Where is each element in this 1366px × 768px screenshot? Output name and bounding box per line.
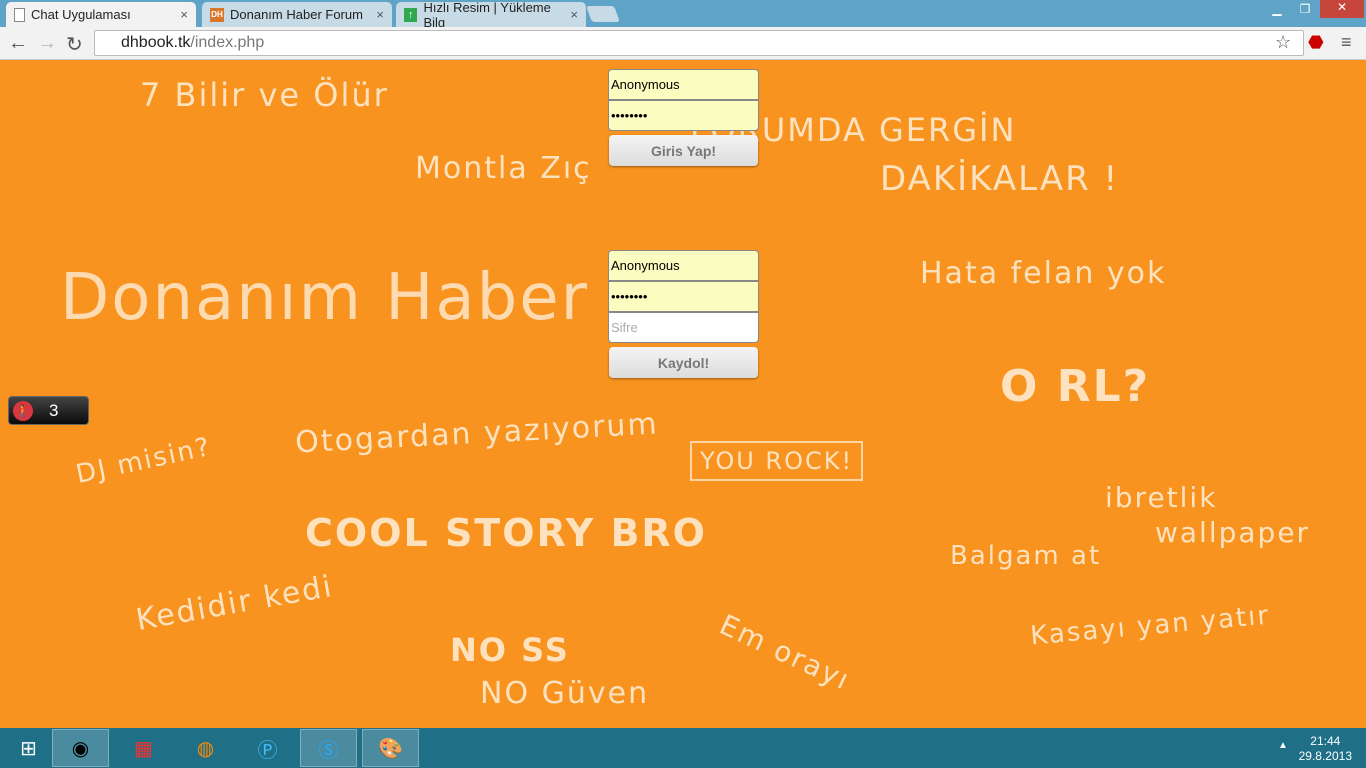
- dh-favicon: DH: [210, 7, 224, 22]
- register-password-input[interactable]: ••••••••: [608, 281, 759, 312]
- register-form: Anonymous •••••••• Sifre Kaydol!: [608, 250, 759, 378]
- clock-time: 21:44: [1310, 734, 1341, 748]
- wallpaper-text: NO Güven: [480, 676, 650, 711]
- wallpaper-text: Kedidir kedi: [133, 568, 336, 639]
- walking-person-icon: 🚶: [13, 400, 33, 421]
- tab-hizli-resim[interactable]: ↑ Hızlı Resim | Yükleme Bilg ×: [396, 0, 586, 30]
- wallpaper-text: DJ misin?: [73, 432, 215, 490]
- bookmark-star-icon[interactable]: ☆: [1275, 32, 1291, 53]
- register-username-input[interactable]: Anonymous: [608, 250, 759, 281]
- minimize-icon[interactable]: ▁: [1264, 2, 1290, 16]
- wallpaper-text: Balgam at: [950, 541, 1102, 571]
- register-confirm-password-input[interactable]: Sifre: [608, 312, 759, 343]
- reload-icon[interactable]: ↻: [66, 32, 83, 57]
- apps-grid-taskbar-icon[interactable]: ▦: [115, 729, 172, 767]
- wallpaper-sign: YOU ROCK!: [690, 441, 864, 481]
- wallpaper-text: O RL?: [1000, 361, 1151, 412]
- wallpaper-text: Montla Zıç: [415, 151, 592, 186]
- skype-taskbar-icon[interactable]: Ⓢ: [300, 729, 357, 767]
- close-window-icon[interactable]: ✕: [1320, 0, 1364, 18]
- start-windows-icon[interactable]: ⊞: [0, 729, 57, 767]
- page-icon: [14, 7, 25, 22]
- wallpaper-text: DAKİKALAR !: [880, 159, 1120, 199]
- url-host: dhbook.tk: [121, 34, 191, 51]
- wallpaper-text: ibretlik: [1105, 481, 1218, 514]
- new-tab-button[interactable]: [586, 6, 620, 22]
- tab-title: Donanım Haber Forum: [230, 7, 363, 22]
- tab-chat-uygulamasi[interactable]: Chat Uygulaması ×: [6, 2, 196, 27]
- wallpaper-text: NO SS: [450, 631, 570, 669]
- chrome-taskbar-icon[interactable]: ◉: [52, 729, 109, 767]
- tab-donanim-haber[interactable]: DH Donanım Haber Forum ×: [202, 2, 392, 27]
- url-path: /index.php: [190, 34, 265, 51]
- page-content: 7 Bilir ve Ölür FORUMDA GERGİN DAKİKALAR…: [0, 61, 1366, 728]
- login-username-input[interactable]: Anonymous: [608, 69, 759, 100]
- login-password-input[interactable]: ••••••••: [608, 100, 759, 131]
- tab-title: Hızlı Resim | Yükleme Bilg: [423, 0, 551, 30]
- close-tab-icon[interactable]: ×: [570, 7, 578, 22]
- register-button[interactable]: Kaydol!: [609, 347, 758, 378]
- upload-arrow-favicon: ↑: [404, 7, 418, 22]
- firefox-taskbar-icon[interactable]: ◍: [177, 729, 234, 767]
- wallpaper-logo-text: Donanım Haber: [60, 261, 589, 335]
- system-clock[interactable]: 21:44 29.8.2013: [1299, 734, 1352, 764]
- login-button[interactable]: Giris Yap!: [609, 135, 758, 166]
- close-tab-icon[interactable]: ×: [376, 7, 384, 22]
- windows-taskbar: ⊞ ◉ ▦ ◍ Ⓟ Ⓢ 🎨 ▲ 21:44 29.8.2013: [0, 728, 1366, 768]
- adblock-icon[interactable]: ⬣: [1308, 32, 1324, 53]
- wallpaper-text: Hata felan yok: [920, 256, 1167, 291]
- wallpaper-text: Kasayı yan yatır: [1029, 600, 1272, 652]
- paint-taskbar-icon[interactable]: 🎨: [362, 729, 419, 767]
- address-bar[interactable]: dhbook.tk/index.php: [94, 30, 1304, 56]
- online-count: 3: [49, 400, 59, 420]
- login-form: Anonymous •••••••• Giris Yap!: [608, 69, 759, 166]
- wallpaper-text: Em orayı: [714, 607, 856, 698]
- restore-icon[interactable]: ❐: [1292, 2, 1318, 16]
- show-hidden-icons-icon[interactable]: ▲: [1278, 740, 1288, 751]
- close-tab-icon[interactable]: ×: [180, 7, 188, 22]
- p-app-taskbar-icon[interactable]: Ⓟ: [239, 729, 296, 767]
- menu-icon[interactable]: ≡: [1341, 32, 1352, 53]
- clock-date: 29.8.2013: [1298, 749, 1352, 763]
- forward-icon[interactable]: →: [37, 32, 57, 55]
- wallpaper-text: wallpaper: [1155, 516, 1311, 549]
- online-users-counter[interactable]: 🚶 3: [8, 396, 89, 425]
- back-icon[interactable]: ←: [8, 32, 28, 55]
- tab-title: Chat Uygulaması: [31, 7, 131, 22]
- wallpaper-text: 7 Bilir ve Ölür: [140, 76, 389, 114]
- wallpaper-text: Otogardan yazıyorum: [294, 406, 660, 461]
- browser-toolbar: ← → ↻ dhbook.tk/index.php ☆ ⬣ ≡: [0, 27, 1366, 60]
- tab-strip: Chat Uygulaması × DH Donanım Haber Forum × …: [0, 0, 1366, 30]
- wallpaper-text: COOL STORY BRO: [305, 511, 707, 555]
